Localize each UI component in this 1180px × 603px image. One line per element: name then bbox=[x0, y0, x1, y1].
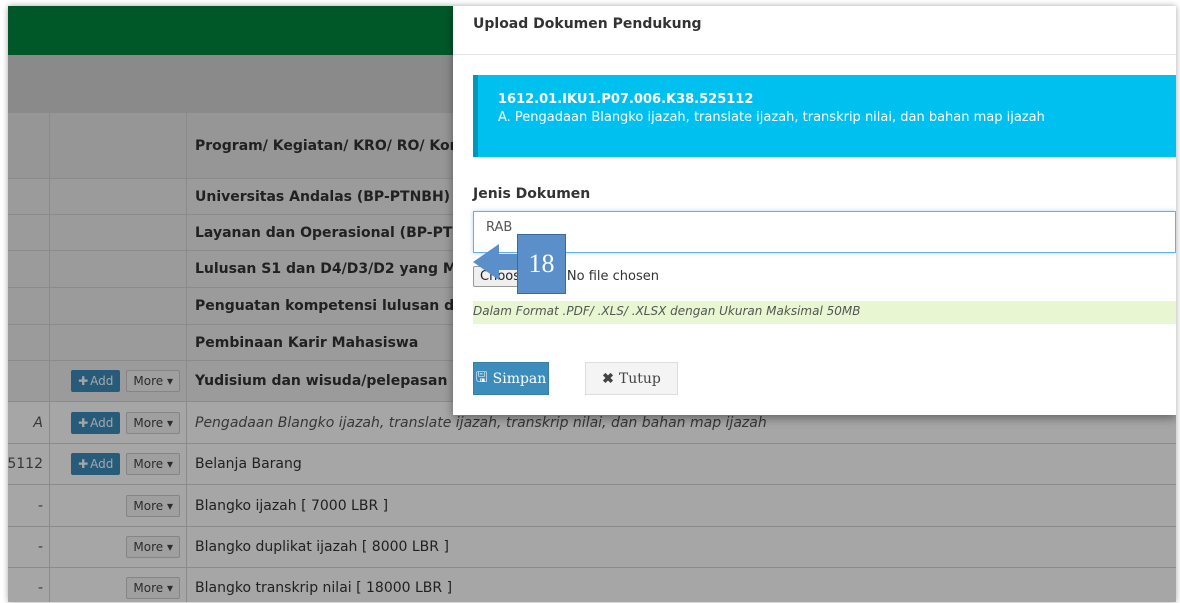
upload-modal: Upload Dokumen Pendukung 1612.01.IKU1.P0… bbox=[453, 6, 1176, 415]
document-type-input[interactable]: RAB bbox=[473, 211, 1176, 253]
document-type-label: Jenis Dokumen bbox=[473, 186, 591, 202]
app-window: Program/ Kegiatan/ KRO/ RO/ Komponen Uni… bbox=[8, 6, 1176, 602]
divider bbox=[453, 54, 1176, 55]
close-icon: ✖ bbox=[602, 370, 614, 387]
callout-stem bbox=[497, 254, 519, 270]
info-callout: 1612.01.IKU1.P07.006.K38.525112 A. Penga… bbox=[473, 75, 1176, 157]
component-description: A. Pengadaan Blangko ijazah, translate i… bbox=[498, 110, 1045, 125]
component-code: 1612.01.IKU1.P07.006.K38.525112 bbox=[498, 92, 754, 107]
floppy-disk-icon: 🖫 bbox=[475, 369, 488, 386]
file-format-hint: Dalam Format .PDF/ .XLS/ .XLSX dengan Uk… bbox=[473, 301, 1176, 324]
step-number: 18 bbox=[517, 234, 566, 294]
arrow-left-icon bbox=[473, 244, 499, 280]
file-status: No file chosen bbox=[566, 269, 659, 284]
save-button[interactable]: 🖫 Simpan bbox=[473, 362, 549, 395]
modal-title: Upload Dokumen Pendukung bbox=[473, 16, 702, 32]
close-button[interactable]: ✖ Tutup bbox=[585, 362, 678, 395]
